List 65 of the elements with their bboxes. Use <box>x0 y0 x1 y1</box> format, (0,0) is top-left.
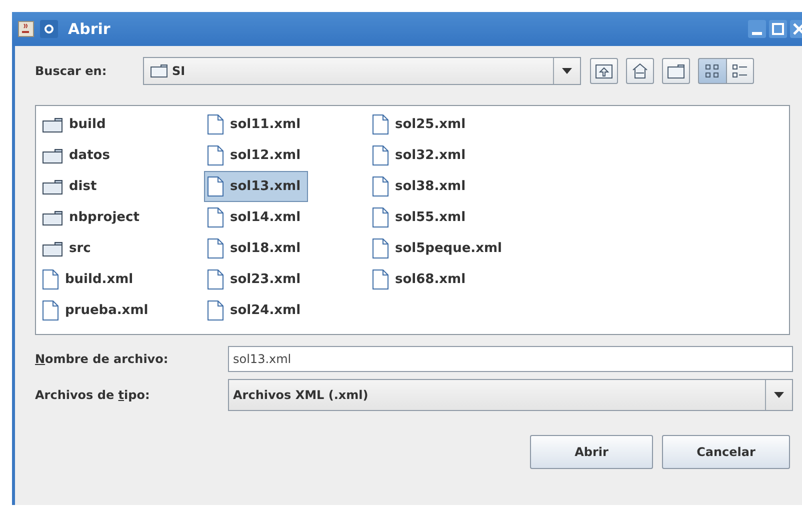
file-name-field[interactable]: sol13.xml <box>228 346 793 372</box>
folder-icon <box>42 210 63 226</box>
file-item[interactable]: sol32.xml <box>369 140 473 171</box>
document-icon <box>207 238 224 259</box>
open-button[interactable]: Abrir <box>530 435 653 469</box>
new-folder-button[interactable] <box>662 58 690 84</box>
list-view-button[interactable] <box>698 58 726 84</box>
document-icon <box>207 207 224 228</box>
file-name-label: Nombre de archivo: <box>35 352 170 366</box>
caret-icon <box>773 391 785 399</box>
file-item[interactable]: sol12.xml <box>204 140 308 171</box>
file-item[interactable]: sol13.xml <box>204 171 308 202</box>
window-title: Abrir <box>68 20 112 38</box>
file-item[interactable]: sol18.xml <box>204 233 308 264</box>
document-icon <box>42 269 59 290</box>
folder-icon <box>42 240 63 256</box>
document-icon <box>207 145 224 166</box>
home-button[interactable] <box>626 58 654 84</box>
file-type-label: Archivos de tipo: <box>35 388 151 402</box>
caret-icon <box>561 67 573 75</box>
look-in-dropdown[interactable]: SI <box>143 57 581 85</box>
look-in-label: Buscar en: <box>35 64 108 78</box>
maximize-icon[interactable] <box>769 20 787 38</box>
folder-icon <box>42 116 63 132</box>
file-item[interactable]: datos <box>39 140 117 171</box>
cancel-button[interactable]: Cancelar <box>662 435 790 469</box>
document-icon <box>372 145 389 166</box>
document-icon <box>372 238 389 259</box>
file-item[interactable]: sol55.xml <box>369 202 473 233</box>
file-item[interactable]: build <box>39 109 113 140</box>
file-item[interactable]: sol25.xml <box>369 109 473 140</box>
document-icon <box>207 269 224 290</box>
document-icon <box>372 176 389 197</box>
file-item[interactable]: sol38.xml <box>369 171 473 202</box>
window-menu-icon[interactable] <box>40 20 58 38</box>
document-icon <box>372 269 389 290</box>
minimize-icon[interactable] <box>748 20 766 38</box>
file-item[interactable]: sol11.xml <box>204 109 308 140</box>
list-view-icon <box>704 63 720 79</box>
home-icon <box>631 63 649 79</box>
file-item[interactable]: sol5peque.xml <box>369 233 509 264</box>
file-item[interactable]: sol68.xml <box>369 264 473 295</box>
document-icon <box>42 300 59 321</box>
up-folder-icon <box>595 63 613 79</box>
file-type-dropdown[interactable]: Archivos XML (.xml) <box>228 379 793 411</box>
file-item[interactable]: prueba.xml <box>39 295 156 326</box>
file-item[interactable]: build.xml <box>39 264 140 295</box>
file-item[interactable]: src <box>39 233 98 264</box>
document-icon <box>207 114 224 135</box>
file-item[interactable]: sol24.xml <box>204 295 308 326</box>
file-item[interactable]: sol23.xml <box>204 264 308 295</box>
folder-icon <box>667 63 685 79</box>
folder-icon <box>42 148 63 164</box>
file-item[interactable]: nbproject <box>39 202 146 233</box>
details-view-icon <box>732 63 748 79</box>
document-icon <box>207 300 224 321</box>
document-icon <box>372 207 389 228</box>
document-icon <box>207 176 224 197</box>
details-view-button[interactable] <box>726 58 754 84</box>
document-icon <box>372 114 389 135</box>
folder-icon <box>150 64 168 78</box>
file-item[interactable]: dist <box>39 171 104 202</box>
file-item[interactable]: sol14.xml <box>204 202 308 233</box>
folder-icon <box>42 178 63 194</box>
up-folder-button[interactable] <box>590 58 618 84</box>
